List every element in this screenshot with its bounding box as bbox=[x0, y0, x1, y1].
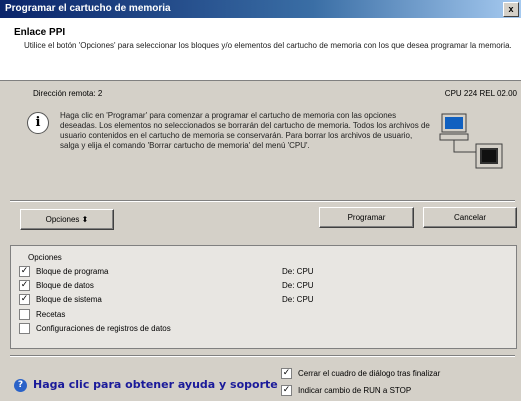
header-panel: Enlace PPI Utilice el botón 'Opciones' p… bbox=[0, 18, 521, 81]
options-title: Opciones bbox=[28, 253, 62, 262]
run-stop-checkbox[interactable] bbox=[281, 385, 292, 397]
option-datalog-config[interactable]: Configuraciones de registros de datos bbox=[19, 323, 171, 335]
close-button[interactable]: x bbox=[503, 2, 519, 17]
separator bbox=[10, 355, 515, 357]
run-stop-option[interactable]: Indicar cambio de RUN a STOP bbox=[281, 385, 411, 397]
datalog-config-checkbox[interactable] bbox=[19, 323, 30, 335]
option-data-block[interactable]: Bloque de datos bbox=[19, 280, 94, 292]
system-block-checkbox[interactable] bbox=[19, 294, 30, 306]
option-label: Bloque de sistema bbox=[36, 295, 102, 304]
window-title: Programar el cartucho de memoria bbox=[5, 3, 171, 14]
remote-address-label: Dirección remota: 2 bbox=[33, 89, 103, 98]
computer-icon bbox=[439, 113, 503, 169]
option-source: De: CPU bbox=[282, 281, 314, 290]
options-button[interactable]: Opciones ⬍ bbox=[20, 209, 114, 230]
header-description: Utilice el botón 'Opciones' para selecci… bbox=[24, 41, 512, 50]
cpu-version-label: CPU 224 REL 02.00 bbox=[444, 89, 517, 98]
separator bbox=[10, 200, 515, 202]
info-icon: i bbox=[27, 112, 49, 134]
option-label: Bloque de programa bbox=[36, 267, 109, 276]
recipes-checkbox[interactable] bbox=[19, 309, 30, 321]
run-stop-label: Indicar cambio de RUN a STOP bbox=[298, 386, 412, 395]
header-title: Enlace PPI bbox=[14, 27, 66, 38]
cancel-button[interactable]: Cancelar bbox=[423, 207, 517, 228]
close-after-label: Cerrar el cuadro de diálogo tras finaliz… bbox=[298, 369, 441, 378]
option-source: De: CPU bbox=[282, 295, 314, 304]
close-after-checkbox[interactable] bbox=[281, 368, 292, 380]
option-label: Recetas bbox=[36, 310, 66, 319]
program-block-checkbox[interactable] bbox=[19, 266, 30, 278]
data-block-checkbox[interactable] bbox=[19, 280, 30, 292]
option-source: De: CPU bbox=[282, 267, 314, 276]
help-icon: ? bbox=[14, 378, 27, 392]
info-message: Haga clic en 'Programar' para comenzar a… bbox=[60, 111, 430, 150]
help-text: Haga clic para obtener ayuda y soporte bbox=[33, 378, 278, 391]
help-link[interactable]: ? Haga clic para obtener ayuda y soporte bbox=[14, 378, 278, 392]
option-label: Configuraciones de registros de datos bbox=[36, 324, 171, 333]
title-bar: Programar el cartucho de memoria x bbox=[0, 0, 521, 18]
option-recipes[interactable]: Recetas bbox=[19, 309, 65, 321]
program-button[interactable]: Programar bbox=[319, 207, 414, 228]
program-memory-cartridge-dialog: Programar el cartucho de memoria x Enlac… bbox=[0, 0, 521, 401]
close-after-option[interactable]: Cerrar el cuadro de diálogo tras finaliz… bbox=[281, 368, 440, 380]
option-label: Bloque de datos bbox=[36, 281, 94, 290]
option-program-block[interactable]: Bloque de programa bbox=[19, 266, 109, 278]
option-system-block[interactable]: Bloque de sistema bbox=[19, 294, 102, 306]
